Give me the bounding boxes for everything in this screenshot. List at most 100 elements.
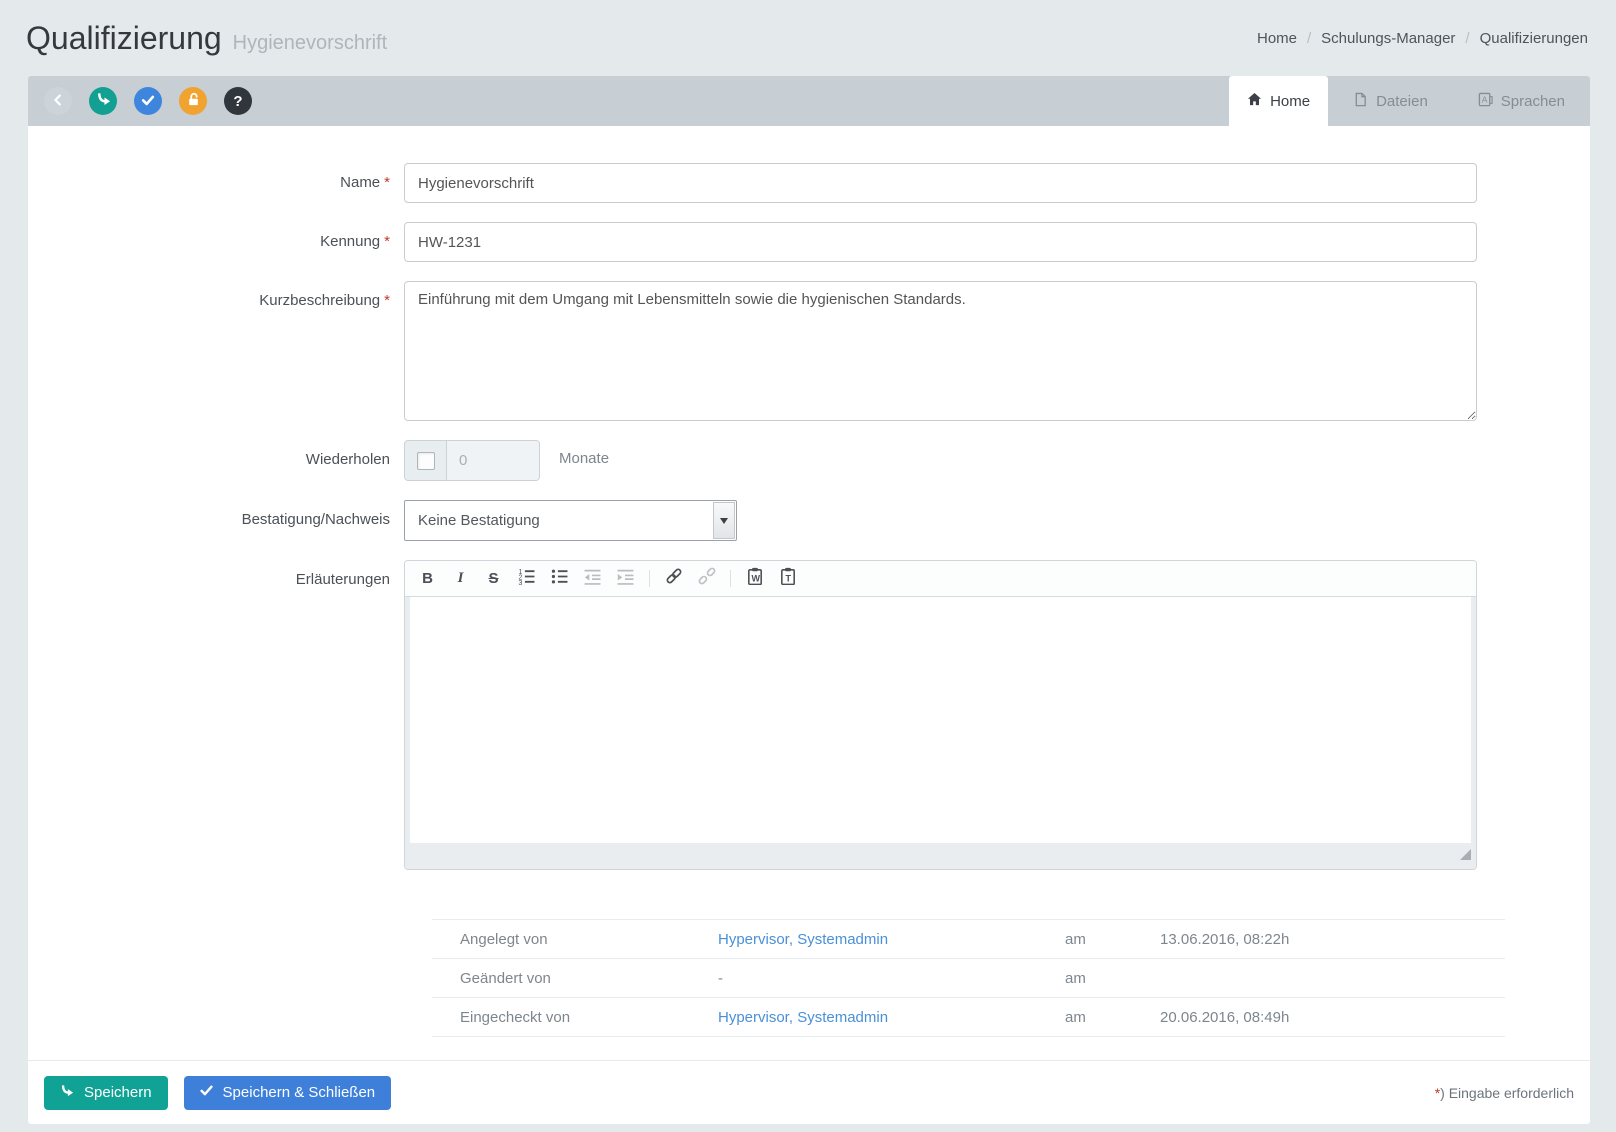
- breadcrumb-qualifizierungen[interactable]: Qualifizierungen: [1480, 30, 1588, 47]
- footer-buttons: Speichern Speichern & Schließen: [44, 1075, 392, 1110]
- tab-dateien-label: Dateien: [1376, 92, 1428, 110]
- back-button[interactable]: [44, 87, 72, 115]
- erlaeuterungen-editor-content[interactable]: [410, 597, 1471, 843]
- angelegt-von-user-link[interactable]: Hypervisor, Systemadmin: [718, 931, 888, 948]
- page-header: Qualifizierung Hygienevorschrift Home / …: [0, 0, 1616, 76]
- paste-as-text-button[interactable]: T: [778, 567, 797, 588]
- kurzbeschreibung-label: Kurzbeschreibung *: [259, 292, 390, 309]
- meta-date: 13.06.2016, 08:22h: [1160, 930, 1290, 948]
- wiederholen-months-input[interactable]: [447, 440, 540, 481]
- action-buttons: ?: [28, 76, 252, 126]
- speichern-schliessen-button-label: Speichern & Schließen: [222, 1084, 376, 1101]
- editor-body: [405, 597, 1476, 843]
- unlink-button[interactable]: [697, 567, 716, 590]
- resize-grip-icon[interactable]: [1460, 847, 1471, 865]
- name-label: Name *: [340, 174, 390, 191]
- meta-label: Angelegt von: [460, 930, 548, 948]
- bold-icon: B: [422, 570, 433, 587]
- strikethrough-button[interactable]: S: [484, 569, 503, 588]
- bestaetigung-select[interactable]: Keine Bestatigung: [404, 500, 737, 541]
- select-arrow-button[interactable]: [713, 502, 735, 539]
- outdent-button[interactable]: [583, 569, 602, 588]
- meta-date: 20.06.2016, 08:49h: [1160, 1008, 1290, 1026]
- speichern-schliessen-button[interactable]: Speichern & Schließen: [183, 1075, 392, 1110]
- panel-footer: Speichern Speichern & Schließen *) Einga…: [28, 1060, 1590, 1124]
- required-asterisk: *: [384, 292, 390, 309]
- kennung-input[interactable]: [404, 222, 1477, 262]
- rich-text-editor: B I S 123 W T: [404, 560, 1477, 870]
- form-row-wiederholen: Wiederholen Monate: [28, 440, 1590, 481]
- wiederholen-checkbox[interactable]: [416, 451, 435, 470]
- svg-text:W: W: [751, 574, 760, 584]
- wiederholen-label: Wiederholen: [305, 451, 390, 468]
- svg-text:T: T: [785, 574, 791, 584]
- meta-am-label: am: [1065, 969, 1086, 987]
- breadcrumb-separator: /: [1465, 29, 1470, 47]
- breadcrumb-separator: /: [1307, 29, 1312, 47]
- meta-row-geaendert: Geändert von - am: [432, 959, 1505, 998]
- editor-bottom-bar: [405, 843, 1476, 869]
- form-row-kennung: Kennung *: [28, 222, 1590, 262]
- breadcrumb: Home / Schulungs-Manager / Qualifizierun…: [1257, 30, 1588, 47]
- unlock-icon: [186, 92, 201, 110]
- italic-button[interactable]: I: [451, 569, 470, 588]
- curved-arrow-icon: [96, 92, 111, 110]
- unlink-icon: [698, 567, 716, 590]
- kurzbeschreibung-textarea[interactable]: Einführung mit dem Umgang mit Lebensmitt…: [404, 281, 1477, 421]
- check-in-button[interactable]: [134, 87, 162, 115]
- qualifizierung-page: Qualifizierung Hygienevorschrift Home / …: [0, 0, 1616, 1132]
- check-icon: [141, 93, 155, 110]
- required-asterisk: *: [384, 174, 390, 191]
- tab-home-label: Home: [1270, 92, 1311, 110]
- home-icon: [1247, 92, 1262, 111]
- paste-from-word-button[interactable]: W: [745, 567, 764, 590]
- chevron-down-icon: [720, 517, 728, 524]
- main-panel: ? Home Dateien A Sprachen Name * Hygiene…: [28, 76, 1590, 1124]
- meta-table: Angelegt von Hypervisor, Systemadmin am …: [432, 919, 1505, 1037]
- page-title: Qualifizierung: [26, 19, 222, 56]
- name-input[interactable]: [404, 163, 1477, 203]
- file-icon: [1353, 92, 1368, 111]
- meta-am-label: am: [1065, 1008, 1086, 1026]
- ordered-list-button[interactable]: 123: [517, 568, 536, 590]
- tab-dateien[interactable]: Dateien: [1328, 76, 1453, 126]
- italic-icon: I: [457, 570, 464, 586]
- unlock-button[interactable]: [179, 87, 207, 115]
- speichern-button[interactable]: Speichern: [44, 1075, 168, 1110]
- language-icon: A: [1478, 92, 1493, 111]
- bold-button[interactable]: B: [418, 569, 437, 588]
- tab-bar: Home Dateien A Sprachen: [1229, 76, 1590, 126]
- meta-am-label: am: [1065, 930, 1086, 948]
- form-row-name: Name *: [28, 163, 1590, 203]
- breadcrumb-schulungs-manager[interactable]: Schulungs-Manager: [1321, 30, 1455, 47]
- tab-sprachen[interactable]: A Sprachen: [1453, 76, 1590, 126]
- paste-from-word-icon: W: [746, 567, 764, 590]
- check-icon: [199, 1084, 213, 1101]
- eingecheckt-von-user-link[interactable]: Hypervisor, Systemadmin: [718, 1009, 888, 1026]
- meta-row-eingecheckt: Eingecheckt von Hypervisor, Systemadmin …: [432, 998, 1505, 1037]
- form-content: Name* Kennung* Kurzbeschreibung* Einführ…: [28, 126, 1590, 1060]
- geaendert-von-value: -: [718, 969, 723, 987]
- svg-text:A: A: [1482, 94, 1488, 104]
- title-wrap: Qualifizierung Hygienevorschrift: [26, 20, 387, 57]
- svg-text:3: 3: [519, 580, 523, 585]
- bestaetigung-selected-value: Keine Bestatigung: [418, 512, 540, 529]
- form-row-bestaetigung: Bestatigung/Nachweis Keine Bestatigung: [28, 500, 1590, 541]
- toolbar-separator: [730, 570, 731, 587]
- form-row-kurzbeschreibung: Kurzbeschreibung * Einführung mit dem Umg…: [28, 281, 1590, 421]
- outdent-icon: [584, 568, 601, 590]
- page-subtitle: Hygienevorschrift: [232, 31, 388, 54]
- help-button[interactable]: ?: [224, 87, 252, 115]
- form-row-erlaeuterungen: Erläuterungen B I S 123 W T: [28, 560, 1590, 870]
- unordered-list-button[interactable]: [550, 569, 569, 588]
- kennung-label: Kennung *: [320, 233, 390, 250]
- breadcrumb-home[interactable]: Home: [1257, 30, 1297, 47]
- indent-button[interactable]: [616, 569, 635, 588]
- link-button[interactable]: [664, 567, 683, 590]
- ordered-list-icon: 123: [518, 568, 535, 590]
- meta-row-angelegt: Angelegt von Hypervisor, Systemadmin am …: [432, 920, 1505, 959]
- strikethrough-icon: S: [488, 570, 499, 587]
- save-action-button[interactable]: [89, 87, 117, 115]
- link-icon: [665, 567, 683, 590]
- tab-home[interactable]: Home: [1229, 76, 1329, 126]
